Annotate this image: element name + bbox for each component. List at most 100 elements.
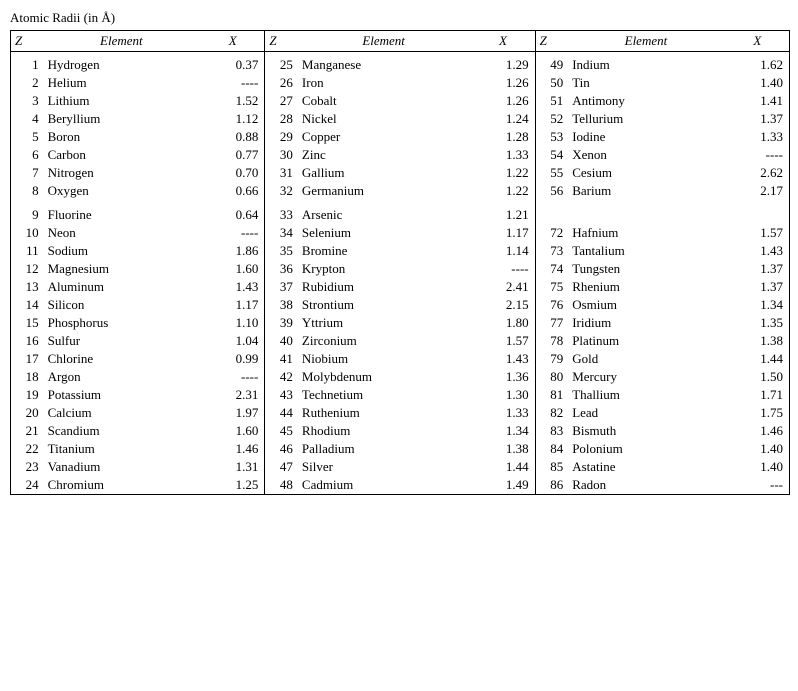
z-value: 47 — [265, 458, 296, 476]
element-name: Tin — [566, 74, 725, 92]
z-value: 2 — [11, 74, 42, 92]
x-value: ---- — [726, 146, 790, 164]
z-value — [535, 206, 566, 224]
element-name: Potassium — [42, 386, 201, 404]
z-value: 76 — [535, 296, 566, 314]
x-value: 1.17 — [201, 296, 265, 314]
element-name: Radon — [566, 476, 725, 495]
x-value: 1.33 — [471, 404, 535, 422]
z-value: 72 — [535, 224, 566, 242]
z-value: 14 — [11, 296, 42, 314]
col2-el-header: Element — [296, 31, 471, 52]
x-value: 1.14 — [471, 242, 535, 260]
x-value: 1.80 — [471, 314, 535, 332]
x-value: 1.33 — [471, 146, 535, 164]
element-name: Astatine — [566, 458, 725, 476]
z-value: 11 — [11, 242, 42, 260]
element-name: Hydrogen — [42, 56, 201, 74]
x-value: 1.22 — [471, 164, 535, 182]
element-name: Thallium — [566, 386, 725, 404]
x-value: 1.37 — [726, 260, 790, 278]
col3-el-header: Element — [566, 31, 725, 52]
atomic-radii-table: Z Element X Z Element X Z Element X 1Hyd… — [10, 30, 790, 495]
z-value: 78 — [535, 332, 566, 350]
table-row: 2Helium----26Iron1.2650Tin1.40 — [11, 74, 790, 92]
element-name: Manganese — [296, 56, 471, 74]
z-value: 77 — [535, 314, 566, 332]
z-value: 38 — [265, 296, 296, 314]
x-value: 2.62 — [726, 164, 790, 182]
x-value: 1.35 — [726, 314, 790, 332]
x-value: 1.26 — [471, 74, 535, 92]
z-value: 74 — [535, 260, 566, 278]
x-value: 1.60 — [201, 260, 265, 278]
x-value: 1.37 — [726, 110, 790, 128]
col2-x-header: X — [471, 31, 535, 52]
z-value: 48 — [265, 476, 296, 495]
z-value: 83 — [535, 422, 566, 440]
x-value: 2.17 — [726, 182, 790, 200]
z-value: 18 — [11, 368, 42, 386]
table-row: 24Chromium1.2548Cadmium1.4986Radon--- — [11, 476, 790, 495]
x-value: 1.71 — [726, 386, 790, 404]
table-row: 20Calcium1.9744Ruthenium1.3382Lead1.75 — [11, 404, 790, 422]
element-name: Chlorine — [42, 350, 201, 368]
element-name: Nitrogen — [42, 164, 201, 182]
element-name: Fluorine — [42, 206, 201, 224]
table-row: 19Potassium2.3143Technetium1.3081Thalliu… — [11, 386, 790, 404]
x-value: 1.60 — [201, 422, 265, 440]
x-value: 1.97 — [201, 404, 265, 422]
element-name: Rhenium — [566, 278, 725, 296]
z-value: 10 — [11, 224, 42, 242]
x-value: 1.49 — [471, 476, 535, 495]
col1-el-header: Element — [42, 31, 201, 52]
table-row: 21Scandium1.6045Rhodium1.3483Bismuth1.46 — [11, 422, 790, 440]
x-value: 0.66 — [201, 182, 265, 200]
z-value: 56 — [535, 182, 566, 200]
z-value: 81 — [535, 386, 566, 404]
element-name: Scandium — [42, 422, 201, 440]
z-value: 21 — [11, 422, 42, 440]
element-name: Strontium — [296, 296, 471, 314]
x-value: 1.30 — [471, 386, 535, 404]
x-value: ---- — [471, 260, 535, 278]
x-value: 1.57 — [471, 332, 535, 350]
z-value: 32 — [265, 182, 296, 200]
element-name: Iron — [296, 74, 471, 92]
element-name: Germanium — [296, 182, 471, 200]
table-row: 16Sulfur1.0440Zirconium1.5778Platinum1.3… — [11, 332, 790, 350]
x-value: 1.86 — [201, 242, 265, 260]
x-value: 2.31 — [201, 386, 265, 404]
z-value: 73 — [535, 242, 566, 260]
x-value: 1.24 — [471, 110, 535, 128]
z-value: 29 — [265, 128, 296, 146]
z-value: 5 — [11, 128, 42, 146]
z-value: 36 — [265, 260, 296, 278]
element-name — [566, 206, 725, 224]
z-value: 1 — [11, 56, 42, 74]
element-name: Copper — [296, 128, 471, 146]
z-value: 20 — [11, 404, 42, 422]
element-name: Arsenic — [296, 206, 471, 224]
x-value: 1.28 — [471, 128, 535, 146]
col2-z-header: Z — [265, 31, 296, 52]
z-value: 40 — [265, 332, 296, 350]
z-value: 50 — [535, 74, 566, 92]
z-value: 54 — [535, 146, 566, 164]
x-value: ---- — [201, 368, 265, 386]
x-value: 1.46 — [726, 422, 790, 440]
x-value: 0.88 — [201, 128, 265, 146]
element-name: Cobalt — [296, 92, 471, 110]
table-row: 12Magnesium1.6036Krypton----74Tungsten1.… — [11, 260, 790, 278]
z-value: 84 — [535, 440, 566, 458]
element-name: Platinum — [566, 332, 725, 350]
x-value: 1.44 — [726, 350, 790, 368]
z-value: 49 — [535, 56, 566, 74]
element-name: Phosphorus — [42, 314, 201, 332]
table-row: 18Argon----42Molybdenum1.3680Mercury1.50 — [11, 368, 790, 386]
x-value: 1.40 — [726, 440, 790, 458]
x-value: 1.34 — [471, 422, 535, 440]
x-value: 1.38 — [471, 440, 535, 458]
z-value: 17 — [11, 350, 42, 368]
table-row: 15Phosphorus1.1039Yttrium1.8077Iridium1.… — [11, 314, 790, 332]
